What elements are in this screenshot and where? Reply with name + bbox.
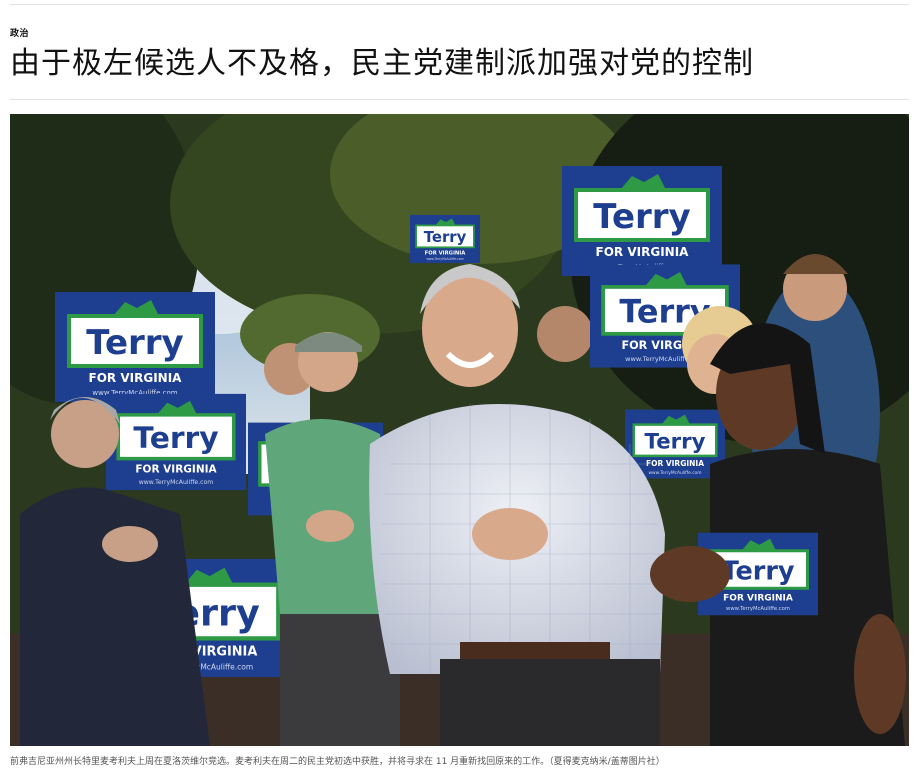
lead-photo: Terry FOR VIRGINIA www.TerryMcAuliffe.co… (10, 114, 909, 746)
article-headline: 由于极左候选人不及格，民主党建制派加强对党的控制 (10, 46, 754, 81)
top-divider (10, 4, 909, 5)
headline-divider (10, 99, 909, 100)
photo-caption: 前弗吉尼亚州州长特里麦考利夫上周在夏洛茨维尔竞选。麦考利夫在周二的民主党初选中获… (10, 757, 665, 767)
section-label[interactable]: 政治 (10, 26, 29, 39)
